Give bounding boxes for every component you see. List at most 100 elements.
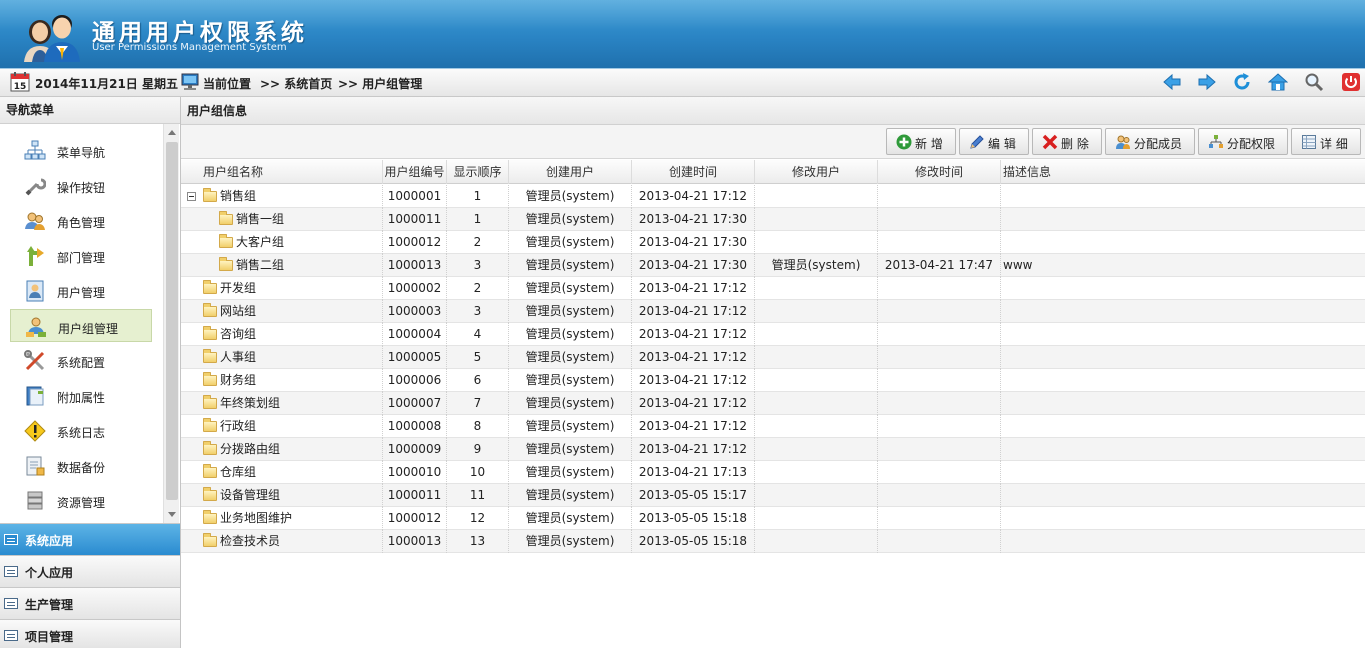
cell-order: 3 — [447, 254, 509, 277]
section-personal-apps[interactable]: 个人应用 — [0, 555, 180, 587]
cell-desc: www — [1003, 258, 1033, 272]
forward-arrow-icon[interactable] — [1197, 72, 1217, 92]
group-name-text: 大客户组 — [236, 235, 285, 249]
cell-desc — [1001, 461, 1365, 484]
cell-order: 1 — [447, 208, 509, 231]
collapse-toggle-icon[interactable] — [187, 192, 196, 201]
folder-icon — [203, 510, 217, 524]
section-production-mgmt[interactable]: 生产管理 — [0, 587, 180, 619]
cell-order: 5 — [447, 346, 509, 369]
table-row[interactable]: 人事组 1000005 5 管理员(system) 2013-04-21 17:12 — [181, 346, 1365, 369]
table-row[interactable]: 年终策划组 1000007 7 管理员(system) 2013-04-21 17:12 — [181, 392, 1365, 415]
table-row[interactable]: 财务组 1000006 6 管理员(system) 2013-04-21 17:12 — [181, 369, 1365, 392]
table-row[interactable]: 网站组 1000003 3 管理员(system) 2013-04-21 17:12 — [181, 300, 1365, 323]
assign-members-icon — [1116, 135, 1130, 149]
breadcrumb-home[interactable]: >> 系统首页 — [260, 75, 332, 92]
cell-code: 1000002 — [383, 277, 447, 300]
cell-code: 1000006 — [383, 369, 447, 392]
refresh-icon[interactable] — [1232, 72, 1252, 92]
group-name-text: 网站组 — [220, 304, 257, 318]
menu-item-data-backup[interactable]: 数据备份 — [10, 449, 152, 482]
assign-members-button[interactable]: 分配成员 — [1105, 128, 1195, 155]
cell-group-name: 业务地图维护 — [181, 507, 383, 530]
cell-desc — [1001, 231, 1365, 254]
scroll-down-icon[interactable] — [168, 512, 176, 517]
cell-creator: 管理员(system) — [509, 461, 632, 484]
sidebar-scrollbar[interactable] — [163, 124, 179, 523]
column-header-modifier[interactable]: 修改用户 — [755, 160, 878, 184]
back-arrow-icon[interactable] — [1162, 72, 1182, 92]
table-row[interactable]: 行政组 1000008 8 管理员(system) 2013-04-21 17:12 — [181, 415, 1365, 438]
scroll-up-icon[interactable] — [168, 130, 176, 135]
cell-created: 2013-04-21 17:12 — [632, 323, 755, 346]
home-icon[interactable] — [1268, 72, 1288, 92]
menu-item-role-mgmt[interactable]: 角色管理 — [10, 204, 152, 237]
column-header-modified[interactable]: 修改时间 — [878, 160, 1001, 184]
assign-permissions-button-label: 分配权限 — [1227, 137, 1276, 151]
column-header-name[interactable]: 用户组名称 — [181, 160, 383, 184]
cell-group-name: 设备管理组 — [181, 484, 383, 507]
cell-order: 13 — [447, 530, 509, 553]
cell-code: 1000003 — [383, 300, 447, 323]
menu-item-dept-mgmt[interactable]: 部门管理 — [10, 239, 152, 272]
search-icon[interactable] — [1304, 72, 1324, 92]
cell-group-name: 财务组 — [181, 369, 383, 392]
column-header-code[interactable]: 用户组编号 — [383, 160, 447, 184]
table-row[interactable]: 开发组 1000002 2 管理员(system) 2013-04-21 17:12 — [181, 277, 1365, 300]
folder-icon — [203, 326, 217, 340]
cell-created: 2013-05-05 15:18 — [632, 507, 755, 530]
menu-item-sys-log[interactable]: 系统日志 — [10, 414, 152, 447]
menu-item-user-mgmt[interactable]: 用户管理 — [10, 274, 152, 307]
cell-modifier — [755, 438, 878, 461]
delete-icon — [1042, 134, 1058, 150]
section-project-mgmt[interactable]: 项目管理 — [0, 619, 180, 648]
cell-modifier — [755, 300, 878, 323]
assign-permissions-button[interactable]: 分配权限 — [1198, 128, 1288, 155]
cell-created: 2013-04-21 17:13 — [632, 461, 755, 484]
section-system-apps[interactable]: 系统应用 — [0, 523, 180, 555]
user-card-icon — [26, 280, 44, 302]
table-row[interactable]: 业务地图维护 1000012 12 管理员(system) 2013-05-05 15:… — [181, 507, 1365, 530]
table-row[interactable]: 检查技术员 1000013 13 管理员(system) 2013-05-05 15:1… — [181, 530, 1365, 553]
column-header-creator[interactable]: 创建用户 — [509, 160, 632, 184]
menu-item-sys-config[interactable]: 系统配置 — [10, 344, 152, 377]
menu-item-action-buttons[interactable]: 操作按钮 — [10, 169, 152, 202]
cell-modified — [878, 185, 1001, 208]
menu-item-label: 部门管理 — [57, 251, 106, 265]
users-logo-icon — [24, 15, 80, 62]
cell-creator: 管理员(system) — [509, 438, 632, 461]
table-row[interactable]: 大客户组 1000012 2 管理员(system) 2013-04-21 17:30 — [181, 231, 1365, 254]
menu-item-usergroup-mgmt[interactable]: 用户组管理 — [10, 309, 152, 342]
edit-button[interactable]: 编 辑 — [959, 128, 1029, 155]
table-row[interactable]: 咨询组 1000004 4 管理员(system) 2013-04-21 17:12 — [181, 323, 1365, 346]
add-button[interactable]: 新 增 — [886, 128, 956, 155]
group-name-text: 销售组 — [220, 189, 257, 203]
cell-modifier — [755, 231, 878, 254]
column-header-desc[interactable]: 描述信息 — [1001, 160, 1365, 184]
table-row[interactable]: 仓库组 1000010 10 管理员(system) 2013-04-21 17:13 — [181, 461, 1365, 484]
location-label: 当前位置 — [203, 77, 252, 91]
menu-item-menu-nav[interactable]: 菜单导航 — [10, 134, 152, 167]
table-row[interactable]: 分拨路由组 1000009 9 管理员(system) 2013-04-21 17:12 — [181, 438, 1365, 461]
cell-creator: 管理员(system) — [509, 277, 632, 300]
delete-button[interactable]: 删 除 — [1032, 128, 1102, 155]
column-header-created[interactable]: 创建时间 — [632, 160, 755, 184]
action-button-bar: 新 增 编 辑 删 除 分配成员 分配权限 详 细 — [181, 125, 1365, 159]
cell-modifier — [755, 277, 878, 300]
column-header-order[interactable]: 显示顺序 — [447, 160, 509, 184]
menu-item-extra-attrs[interactable]: 附加属性 — [10, 379, 152, 412]
cell-modified — [878, 277, 1001, 300]
section-label: 个人应用 — [25, 566, 74, 580]
cell-desc — [1001, 323, 1365, 346]
cell-creator: 管理员(system) — [509, 185, 632, 208]
power-icon[interactable] — [1341, 72, 1361, 92]
table-row[interactable]: 销售二组 1000013 3 管理员(system) 2013-04-21 17:30 管… — [181, 254, 1365, 277]
table-row[interactable]: 设备管理组 1000011 11 管理员(system) 2013-05-05 15:1… — [181, 484, 1365, 507]
details-button[interactable]: 详 细 — [1291, 128, 1361, 155]
tools-icon — [24, 350, 45, 371]
menu-item-resource-mgmt[interactable]: 资源管理 — [10, 484, 152, 517]
table-row[interactable]: 销售组 1000001 1 管理员(system) 2013-04-21 17:12 — [181, 185, 1365, 208]
cell-creator: 管理员(system) — [509, 323, 632, 346]
table-row[interactable]: 销售一组 1000011 1 管理员(system) 2013-04-21 17:30 — [181, 208, 1365, 231]
scrollbar-thumb[interactable] — [166, 142, 178, 500]
